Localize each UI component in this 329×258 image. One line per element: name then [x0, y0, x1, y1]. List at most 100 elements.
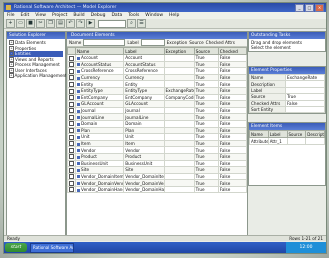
row-checkbox[interactable] [69, 108, 74, 113]
table-cell[interactable] [163, 179, 195, 187]
menu-tools[interactable]: Tools [128, 12, 139, 19]
menu-help[interactable]: Help [169, 12, 179, 19]
table-row[interactable]: Site Site True False [66, 166, 248, 174]
table-cell[interactable]: Vendor_DomainHandling [75, 185, 125, 194]
table-cell[interactable]: True [193, 73, 219, 82]
table-row[interactable]: Vendor Vendor True False [66, 146, 248, 154]
table-row[interactable]: Vendor_DomainVendorVendor_DomainVendor Tr… [66, 179, 248, 187]
table-cell[interactable]: GLAccount [75, 100, 125, 108]
table-cell[interactable] [163, 113, 195, 121]
table-cell[interactable]: True [193, 80, 219, 88]
table-row[interactable]: Currency Currency True False [66, 73, 248, 82]
menu-edit[interactable]: Edit [21, 12, 30, 19]
row-checkbox[interactable] [69, 55, 74, 61]
table-cell[interactable]: True [193, 60, 219, 69]
table-cell[interactable]: True [193, 179, 219, 187]
items-cell[interactable]: Attr_1 [267, 137, 288, 145]
table-cell[interactable]: AccountStatus [75, 60, 125, 69]
table-cell[interactable]: Vendor_DomainVendor [75, 179, 125, 187]
table-cell[interactable]: True [193, 54, 219, 62]
row-checkbox[interactable] [69, 141, 74, 146]
table-row[interactable]: Domain Domain True False [66, 119, 248, 128]
table-cell[interactable]: False [217, 126, 248, 135]
table-cell[interactable]: False [217, 159, 248, 168]
table-cell[interactable]: Domain [123, 119, 165, 128]
row-select-cell[interactable] [66, 119, 77, 128]
table-cell[interactable]: Journal [75, 106, 125, 115]
table-cell[interactable]: True [193, 152, 219, 161]
table-cell[interactable]: False [217, 113, 248, 121]
table-cell[interactable]: EntityType [75, 86, 125, 95]
column-header-checked[interactable]: Checked [217, 47, 248, 55]
table-cell[interactable]: AccountStatus [123, 60, 165, 69]
row-checkbox[interactable] [69, 134, 74, 140]
table-cell[interactable]: False [217, 146, 248, 154]
items-col-description[interactable]: Description [305, 130, 325, 139]
menu-data[interactable]: Data [111, 12, 122, 19]
menu-file[interactable]: File [7, 12, 15, 19]
cut-icon[interactable]: ✂ [36, 19, 45, 28]
row-select-cell[interactable] [66, 179, 77, 187]
run-icon[interactable]: ▶ [86, 19, 95, 28]
table-cell[interactable] [163, 159, 195, 168]
expand-icon[interactable]: - [9, 51, 14, 57]
table-cell[interactable]: Unit [123, 133, 165, 141]
row-checkbox[interactable] [69, 114, 74, 120]
row-checkbox[interactable] [69, 95, 74, 100]
row-checkbox[interactable] [69, 161, 74, 166]
filter-label-input[interactable] [140, 39, 165, 46]
table-cell[interactable]: True [193, 106, 219, 115]
row-checkbox[interactable] [69, 101, 74, 107]
row-select-cell[interactable] [66, 54, 77, 62]
table-cell[interactable]: Item [75, 139, 125, 148]
expand-icon[interactable]: + [9, 62, 14, 68]
table-cell[interactable] [163, 60, 195, 69]
row-checkbox[interactable] [69, 180, 74, 186]
column-header-source[interactable]: Source [193, 47, 219, 55]
table-cell[interactable]: Item [123, 139, 165, 148]
table-cell[interactable]: Unit [75, 133, 125, 141]
table-cell[interactable] [163, 146, 195, 154]
table-cell[interactable] [163, 100, 195, 108]
items-col-label[interactable]: Label [267, 130, 288, 139]
table-row[interactable]: CrossReference CrossReference True False [66, 67, 248, 75]
find-icon[interactable]: ⌕ [127, 19, 136, 28]
table-cell[interactable]: False [217, 185, 248, 194]
row-select-cell[interactable] [66, 67, 77, 75]
row-select-cell[interactable] [66, 133, 77, 141]
table-cell[interactable]: Site [123, 166, 165, 174]
table-cell[interactable]: JournalLine [75, 113, 125, 121]
table-cell[interactable]: False [217, 67, 248, 75]
row-select-cell[interactable] [66, 126, 77, 135]
table-cell[interactable]: False [217, 60, 248, 69]
table-cell[interactable]: True [193, 139, 219, 148]
table-cell[interactable] [163, 54, 195, 62]
table-cell[interactable]: Vendor_DomainHandling [123, 185, 165, 194]
items-cell[interactable]: Attribute_1 [249, 137, 269, 145]
table-row[interactable]: JournalLine JournalLine True False [66, 113, 248, 121]
table-cell[interactable]: True [193, 185, 219, 194]
configuration-dropdown[interactable] [98, 19, 126, 28]
table-cell[interactable]: Currency [75, 73, 125, 82]
row-select-cell[interactable] [66, 100, 77, 108]
start-button[interactable]: start [5, 243, 27, 252]
row-select-cell[interactable] [66, 139, 77, 148]
expand-icon[interactable]: + [9, 73, 14, 79]
table-cell[interactable]: True [193, 113, 219, 121]
items-cell[interactable] [305, 137, 325, 145]
table-cell[interactable]: Currency [123, 73, 165, 82]
column-header-exception[interactable]: Exception [163, 47, 195, 55]
table-row[interactable]: BusinessUnit BusinessUnit True False [66, 159, 248, 168]
row-select-cell[interactable] [66, 152, 77, 161]
table-cell[interactable]: False [217, 73, 248, 82]
table-cell[interactable]: True [193, 126, 219, 135]
table-cell[interactable]: True [193, 166, 219, 174]
table-cell[interactable]: True [193, 86, 219, 95]
table-cell[interactable] [163, 185, 195, 194]
taskbar-app-button[interactable]: Rational Software Architect [30, 242, 74, 253]
table-row[interactable]: EntCompany EntCompany CompanyCode True False [66, 93, 248, 102]
table-cell[interactable]: True [193, 172, 219, 181]
row-checkbox[interactable] [69, 68, 74, 74]
column-header-label[interactable]: Label [123, 47, 165, 55]
row-select-cell[interactable] [66, 80, 77, 88]
